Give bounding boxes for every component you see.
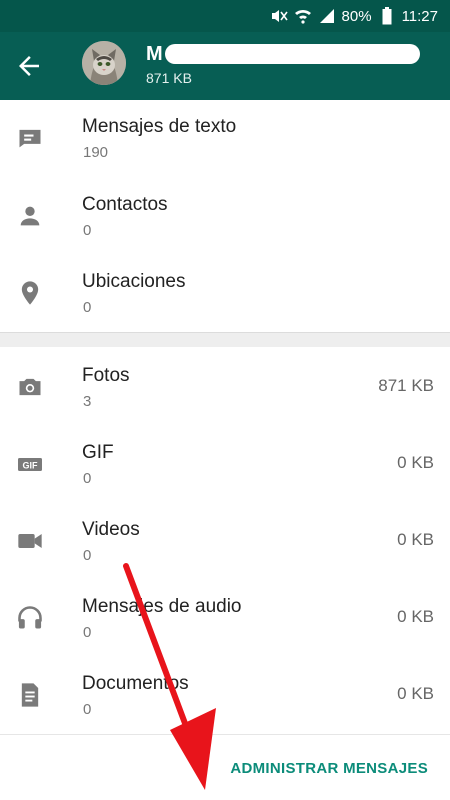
item-label: GIF — [82, 442, 114, 463]
item-label: Documentos — [82, 673, 189, 694]
item-count: 0 — [83, 299, 92, 316]
message-icon — [16, 124, 44, 152]
item-label: Contactos — [82, 194, 168, 215]
item-count: 190 — [83, 144, 109, 161]
video-icon — [16, 527, 44, 555]
item-size: 0 KB — [397, 607, 434, 626]
list-item-mensajes-de-audio[interactable]: Mensajes de audio 0 0 KB — [0, 582, 450, 659]
svg-text:GIF: GIF — [23, 461, 39, 471]
status-bar: 80% 11:27 — [0, 0, 450, 32]
wifi-icon — [294, 7, 312, 25]
redacted-name — [164, 44, 420, 64]
document-icon — [16, 681, 44, 709]
mute-icon — [270, 7, 288, 25]
app-bar: M 871 KB — [0, 32, 450, 100]
camera-icon — [16, 373, 44, 401]
list-item-mensajes-de-texto[interactable]: Mensajes de texto 190 — [0, 102, 450, 179]
item-size: 0 KB — [397, 684, 434, 703]
item-size: 0 KB — [397, 453, 434, 472]
arrow-left-icon[interactable] — [14, 51, 44, 81]
list-item-documentos[interactable]: Documentos 0 0 KB — [0, 659, 450, 736]
battery-icon — [378, 7, 396, 25]
item-count: 0 — [83, 701, 92, 718]
section-divider — [0, 332, 450, 347]
item-label: Ubicaciones — [82, 271, 186, 292]
list-item-ubicaciones[interactable]: Ubicaciones 0 — [0, 257, 450, 334]
item-label: Videos — [82, 519, 140, 540]
total-size: 871 KB — [146, 70, 192, 86]
item-label: Mensajes de texto — [82, 116, 237, 137]
footer-divider — [0, 734, 450, 735]
avatar[interactable] — [82, 41, 126, 85]
list-item-contactos[interactable]: Contactos 0 — [0, 180, 450, 257]
location-pin-icon — [16, 279, 44, 307]
list-item-gif[interactable]: GIF GIF 0 0 KB — [0, 428, 450, 505]
item-count: 0 — [83, 547, 92, 564]
item-label: Fotos — [82, 365, 130, 386]
item-count: 0 — [83, 624, 92, 641]
chat-title: M — [146, 42, 163, 65]
battery-percent: 80% — [341, 7, 372, 25]
headphones-icon — [16, 604, 44, 632]
item-count: 0 — [83, 470, 92, 487]
clock: 11:27 — [401, 7, 438, 25]
list-item-videos[interactable]: Videos 0 0 KB — [0, 505, 450, 582]
item-count: 3 — [83, 393, 92, 410]
item-size: 871 KB — [378, 376, 434, 395]
person-icon — [16, 202, 44, 230]
item-count: 0 — [83, 222, 92, 239]
item-label: Mensajes de audio — [82, 596, 242, 617]
manage-messages-button[interactable]: ADMINISTRAR MENSAJES — [230, 760, 428, 777]
list-item-fotos[interactable]: Fotos 3 871 KB — [0, 351, 450, 428]
gif-icon: GIF — [16, 450, 44, 478]
signal-icon — [318, 7, 336, 25]
item-size: 0 KB — [397, 530, 434, 549]
